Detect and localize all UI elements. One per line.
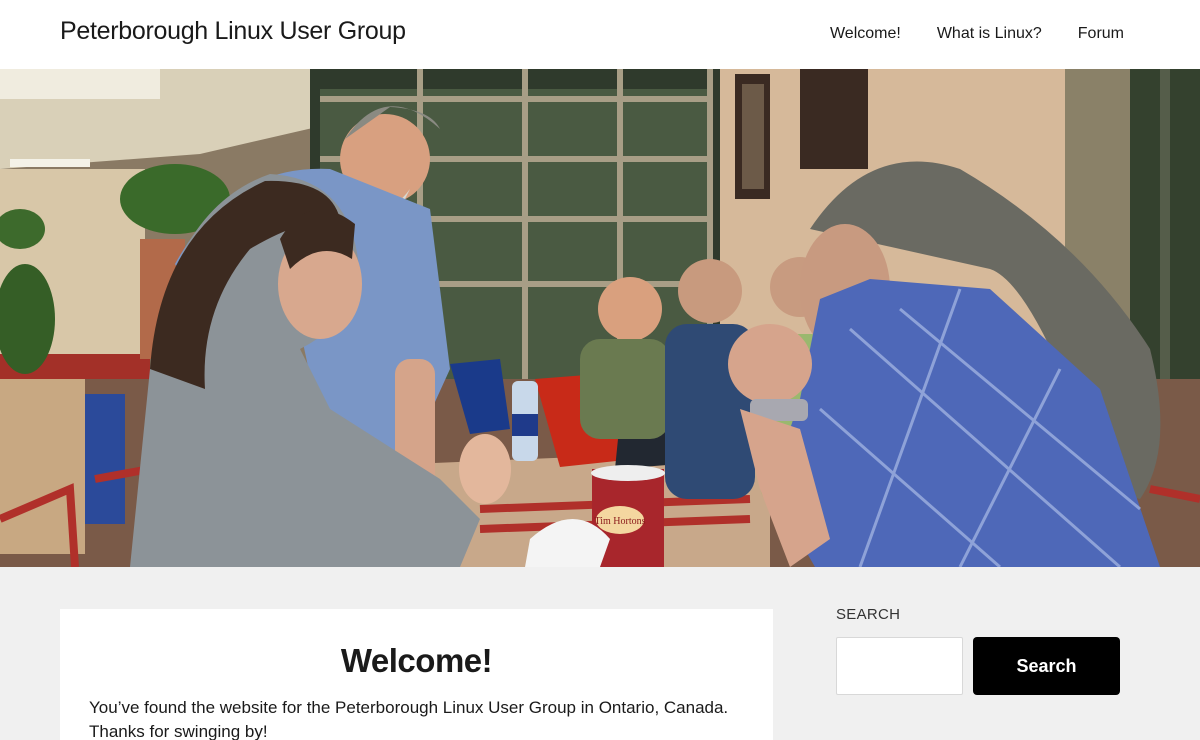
content-card: Welcome! You’ve found the website for th… — [60, 609, 773, 740]
search-button[interactable]: Search — [973, 637, 1120, 695]
nav-what-is-linux[interactable]: What is Linux? — [937, 25, 1042, 43]
nav-forum[interactable]: Forum — [1078, 25, 1124, 43]
page-title: Welcome! — [340, 642, 493, 679]
hero-image: Tim Hortons — [0, 69, 1200, 567]
site-header: Peterborough Linux User Group Welcome! W… — [0, 0, 1200, 69]
welcome-paragraph: You’ve found the website for the Peterbo… — [89, 698, 729, 740]
search-input[interactable] — [836, 637, 963, 695]
cup-logo: Tim Hortons — [594, 516, 645, 527]
hero-photo-illustration: Tim Hortons — [0, 69, 1200, 567]
primary-nav: Welcome! What is Linux? Forum — [830, 25, 1124, 43]
nav-welcome[interactable]: Welcome! — [830, 25, 901, 43]
search-label: SEARCH — [836, 606, 901, 623]
site-title-link[interactable]: Peterborough Linux User Group — [60, 17, 406, 46]
